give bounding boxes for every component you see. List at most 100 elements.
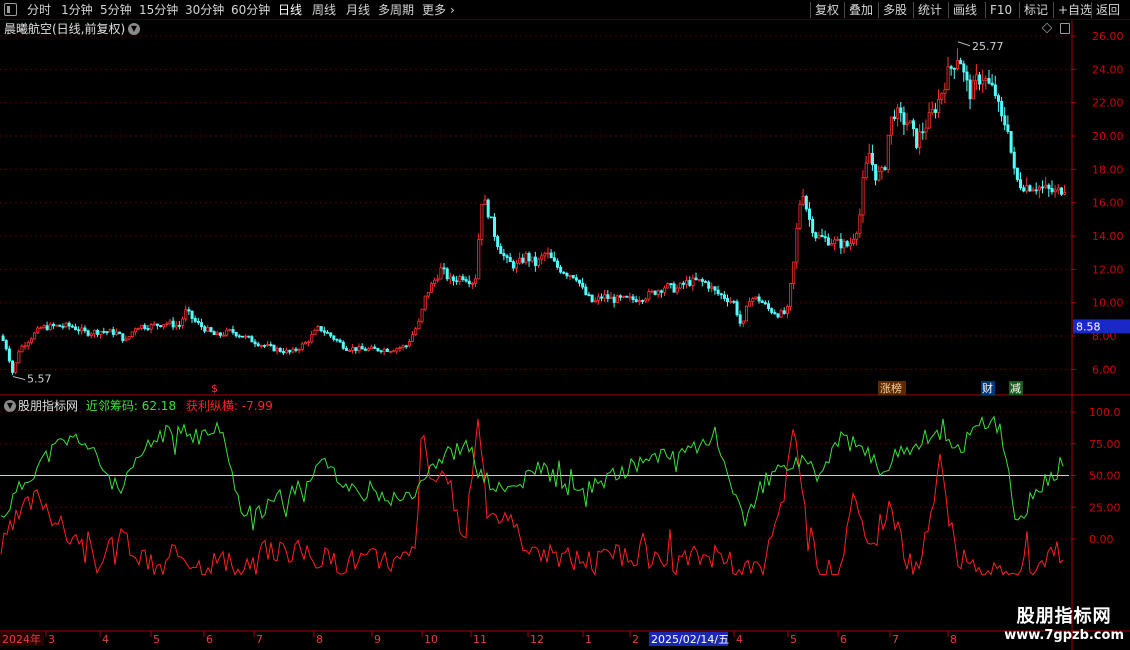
candle-body <box>981 79 985 85</box>
page-icon[interactable] <box>1060 23 1070 34</box>
toolbar-separator <box>810 2 811 18</box>
candle-body <box>80 327 84 332</box>
candle-body <box>263 344 267 347</box>
toolbar-button-4[interactable]: 画线 <box>953 1 977 19</box>
candle-body <box>285 349 289 354</box>
toolbar-button-0[interactable]: 复权 <box>815 1 839 19</box>
candle-body <box>527 252 531 262</box>
candle-body <box>326 331 330 334</box>
price-tick-label: 24.00 <box>1092 63 1124 76</box>
candle-body <box>789 283 793 308</box>
period-tab-0[interactable]: 分时 <box>27 1 51 19</box>
candle-body <box>4 340 8 350</box>
candle-body <box>666 283 670 289</box>
candle-body <box>574 277 578 281</box>
candle-body <box>278 348 282 352</box>
candle-body <box>612 296 616 303</box>
low-pointer <box>12 376 26 381</box>
period-tab-9[interactable]: 多周期 <box>378 1 414 19</box>
candle-body <box>108 329 112 333</box>
period-tab-10[interactable]: 更多 <box>422 1 446 19</box>
time-axis: 2024年 3 4 5 6 7 8 9 10 11 12 1 2 4 5 6 7 82025/02/14/五 <box>0 631 957 646</box>
candle-body <box>58 324 62 327</box>
toolbar-button-2[interactable]: 多股 <box>883 1 907 19</box>
candle-body <box>603 294 607 299</box>
candle-body <box>92 329 96 335</box>
candle-body <box>713 286 717 291</box>
diamond-icon[interactable] <box>1041 22 1053 34</box>
candle-body <box>634 299 638 303</box>
price-tick-label: 26.00 <box>1092 30 1124 43</box>
candle-body <box>993 84 997 97</box>
candle-body <box>193 318 197 322</box>
grid-lines <box>0 35 1072 540</box>
period-tab-6[interactable]: 日线 <box>278 1 302 19</box>
toolbar-button-1[interactable]: 叠加 <box>849 1 873 19</box>
candle-body <box>1015 167 1019 181</box>
toolbar-separator <box>913 2 914 18</box>
period-tab-5[interactable]: 60分钟 <box>231 1 270 19</box>
candle-body <box>83 327 87 332</box>
candle-body <box>329 332 333 337</box>
candle-body <box>313 329 317 336</box>
indicator-dropdown-icon[interactable]: ▼ <box>4 400 16 412</box>
candle-body <box>956 59 960 70</box>
candle-body <box>149 324 153 330</box>
candle-body <box>751 298 755 302</box>
candle-body <box>489 216 493 219</box>
candle-body <box>782 310 786 314</box>
month-label: 6 <box>840 633 847 646</box>
candle-body <box>187 309 191 312</box>
candle-body <box>997 95 1001 102</box>
menu-icon[interactable] <box>4 3 17 16</box>
candle-body <box>546 252 550 255</box>
candle-body <box>259 344 263 347</box>
candle-body <box>515 262 519 269</box>
chevron-right-icon[interactable]: › <box>450 1 455 19</box>
candle-body <box>200 322 204 328</box>
period-tab-2[interactable]: 5分钟 <box>100 1 132 19</box>
candle-body <box>672 283 676 293</box>
candle-body <box>417 320 421 330</box>
title-dropdown-icon[interactable]: ▼ <box>128 23 140 35</box>
toolbar-button-7[interactable]: +自选 <box>1058 1 1092 19</box>
toolbar-button-6[interactable]: 标记 <box>1024 1 1048 19</box>
candle-body <box>543 253 547 257</box>
candle-body <box>335 338 339 341</box>
toolbar-button-5[interactable]: F10 <box>990 1 1012 19</box>
cursor-date-bg <box>649 632 728 646</box>
candle-body <box>228 329 232 331</box>
candle-body <box>269 344 273 346</box>
period-tab-4[interactable]: 30分钟 <box>185 1 224 19</box>
period-tab-1[interactable]: 1分钟 <box>61 1 93 19</box>
candle-body <box>559 266 563 273</box>
candle-body <box>266 344 270 346</box>
candle-body <box>234 332 238 337</box>
candle-body <box>615 295 619 303</box>
candle-body <box>508 257 512 263</box>
month-label: 1 <box>585 633 592 646</box>
period-tab-3[interactable]: 15分钟 <box>139 1 178 19</box>
toolbar-separator <box>844 2 845 18</box>
candle-body <box>64 322 68 328</box>
candle-body <box>7 348 11 362</box>
candle-body <box>889 116 893 136</box>
candle-body <box>606 294 610 299</box>
candle-body <box>874 164 878 181</box>
period-tab-7[interactable]: 周线 <box>312 1 336 19</box>
candle-body <box>1047 184 1051 189</box>
month-label: 7 <box>892 633 899 646</box>
toolbar-button-3[interactable]: 统计 <box>918 1 942 19</box>
month-label: 4 <box>736 633 743 646</box>
candle-body <box>42 325 46 329</box>
candle-body <box>921 131 925 134</box>
candle-body <box>247 335 251 338</box>
candle-body <box>631 296 635 301</box>
period-tab-8[interactable]: 月线 <box>346 1 370 19</box>
candle-body <box>118 331 122 335</box>
candle-body <box>357 346 361 351</box>
month-label: 9 <box>374 633 381 646</box>
candle-body <box>760 300 764 304</box>
candle-body <box>152 323 156 326</box>
toolbar-button-8[interactable]: 返回 <box>1096 1 1120 19</box>
